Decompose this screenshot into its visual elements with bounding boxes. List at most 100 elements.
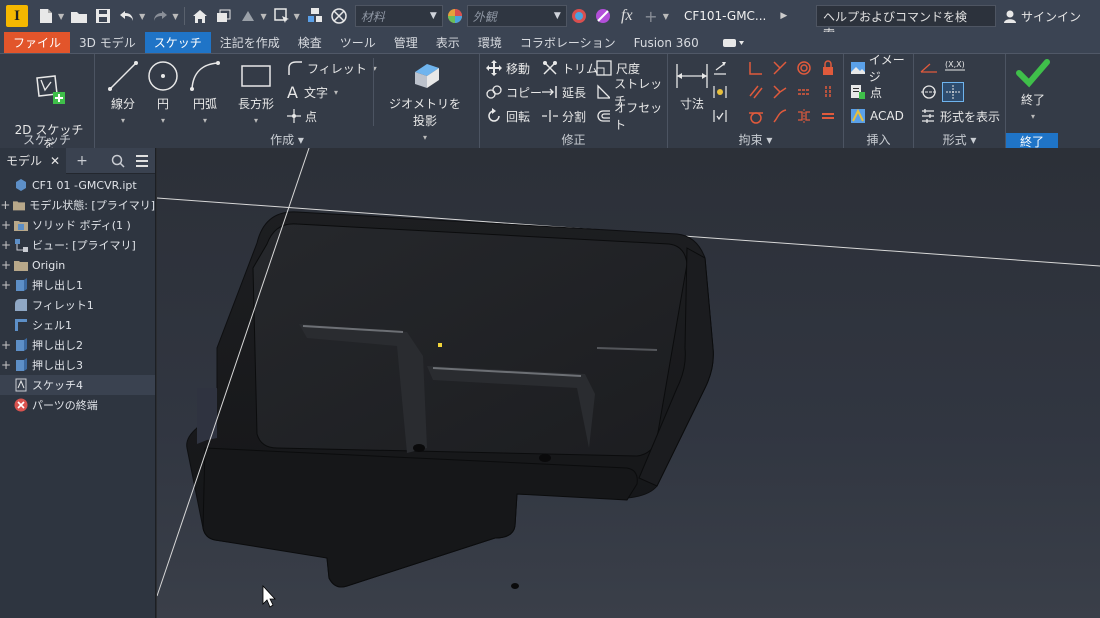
tree-item-sketch4[interactable]: スケッチ4: [0, 375, 155, 395]
perpendicular-icon[interactable]: [772, 84, 788, 100]
ribbon-display-toggle[interactable]: [714, 32, 754, 53]
centerline-icon[interactable]: [920, 84, 938, 100]
fillet-button[interactable]: フィレット ▾: [287, 58, 377, 78]
vertical-icon[interactable]: [820, 84, 836, 100]
projects-icon[interactable]: [213, 5, 235, 27]
sign-in-button[interactable]: サインイン: [1004, 8, 1081, 25]
smooth-icon[interactable]: [772, 108, 788, 124]
finish-sketch-button[interactable]: 終了 ▾: [1010, 58, 1056, 122]
ipart-icon[interactable]: [304, 5, 326, 27]
select-icon[interactable]: [271, 5, 293, 27]
tab-view[interactable]: 表示: [427, 32, 469, 53]
clear-appearance-icon[interactable]: [592, 5, 614, 27]
copy-button[interactable]: コピー: [486, 82, 542, 102]
construction-icon[interactable]: [920, 60, 938, 74]
fix-lock-icon[interactable]: [820, 60, 836, 76]
expand-icon[interactable]: +: [0, 238, 12, 252]
equal-icon[interactable]: [820, 108, 836, 124]
show-constraints-icon[interactable]: [712, 84, 728, 100]
tree-item-solid-bodies[interactable]: + ソリッド ボディ(1 ): [0, 215, 155, 235]
undo-dropdown-icon[interactable]: ▼: [139, 12, 145, 21]
extend-button[interactable]: 延長: [542, 82, 586, 102]
insert-image-button[interactable]: イメージ: [850, 53, 913, 84]
tab-sketch[interactable]: スケッチ: [144, 32, 211, 53]
save-icon[interactable]: [92, 5, 114, 27]
tree-item-extrusion1[interactable]: + 押し出し1: [0, 275, 155, 295]
import-points-button[interactable]: 点: [850, 82, 882, 102]
menu-icon[interactable]: [135, 154, 149, 167]
constraint-settings-icon[interactable]: [712, 108, 728, 124]
tab-file[interactable]: ファイル: [4, 32, 71, 53]
center-point-toggle[interactable]: [942, 82, 964, 102]
collinear-icon[interactable]: [772, 60, 788, 76]
undo-icon[interactable]: [116, 5, 138, 27]
tab-3d-model[interactable]: 3D モデル: [70, 32, 145, 53]
trim-button[interactable]: トリム: [542, 58, 598, 78]
expand-icon[interactable]: +: [0, 218, 12, 232]
home-icon[interactable]: [189, 5, 211, 27]
tree-item-end-of-part[interactable]: パーツの終端: [0, 395, 155, 415]
driven-dimension-icon[interactable]: (X,X): [944, 58, 966, 74]
new-file-icon[interactable]: [35, 5, 57, 27]
color-wheel-icon[interactable]: [444, 5, 466, 27]
tab-collaborate[interactable]: コラボレーション: [511, 32, 625, 53]
update-dropdown-icon[interactable]: ▼: [260, 12, 266, 21]
split-button[interactable]: 分割: [542, 106, 586, 126]
panel-title-constrain[interactable]: 拘束 ▾: [668, 131, 843, 147]
parallel-icon[interactable]: [748, 84, 764, 100]
close-icon[interactable]: ✕: [50, 154, 60, 168]
symmetric-icon[interactable]: [796, 108, 812, 124]
fx-parameters-button[interactable]: fx: [616, 5, 638, 27]
concentric-icon[interactable]: [796, 60, 812, 76]
tab-fusion-360[interactable]: Fusion 360: [625, 32, 708, 53]
adjust-appearance-icon[interactable]: [568, 5, 590, 27]
tree-item-origin[interactable]: + Origin: [0, 255, 155, 275]
auto-dimension-icon[interactable]: [712, 60, 728, 76]
tree-item-extrusion3[interactable]: + 押し出し3: [0, 355, 155, 375]
panel-title-format[interactable]: 形式 ▾: [914, 131, 1005, 147]
tree-item-part[interactable]: CF1 01 -GMCVR.ipt: [0, 175, 155, 195]
circle-button[interactable]: 円 ▾: [145, 60, 181, 126]
plus-icon[interactable]: +: [640, 5, 662, 27]
inventor-logo[interactable]: I: [6, 5, 28, 27]
tangent-icon[interactable]: [748, 108, 764, 124]
add-panel-icon[interactable]: +: [76, 153, 88, 169]
new-dropdown-icon[interactable]: ▼: [58, 12, 64, 21]
graphics-viewport[interactable]: [157, 148, 1100, 618]
tab-annotate[interactable]: 注記を作成: [211, 32, 289, 53]
tab-tools[interactable]: ツール: [331, 32, 385, 53]
rectangle-button[interactable]: 長方形 ▾: [233, 60, 279, 126]
line-button[interactable]: 線分 ▾: [103, 60, 143, 126]
tab-model[interactable]: モデル ✕: [0, 147, 67, 174]
select-dropdown-icon[interactable]: ▼: [294, 12, 300, 21]
chevron-right-icon[interactable]: ▶: [780, 11, 787, 21]
horizontal-icon[interactable]: [796, 84, 812, 100]
offset-button[interactable]: オフセット: [596, 101, 667, 132]
search-icon[interactable]: [111, 154, 125, 168]
expand-icon[interactable]: +: [0, 338, 12, 352]
text-button[interactable]: A 文字 ▾: [287, 82, 338, 102]
material-combo[interactable]: 材料 ▼: [354, 5, 443, 27]
tab-inspect[interactable]: 検査: [289, 32, 331, 53]
expand-icon[interactable]: +: [0, 258, 12, 272]
tree-item-shell1[interactable]: シェル1: [0, 315, 155, 335]
tree-item-fillet1[interactable]: フィレット1: [0, 295, 155, 315]
expand-icon[interactable]: +: [0, 358, 12, 372]
open-folder-icon[interactable]: [68, 5, 90, 27]
redo-icon[interactable]: [149, 5, 171, 27]
coincident-icon[interactable]: [748, 60, 764, 76]
tree-item-extrusion2[interactable]: + 押し出し2: [0, 335, 155, 355]
customize-dropdown-icon[interactable]: ▼: [663, 12, 669, 21]
expand-icon[interactable]: +: [0, 278, 12, 292]
point-button[interactable]: 点: [287, 106, 317, 126]
tab-environments[interactable]: 環境: [469, 32, 511, 53]
rotate-button[interactable]: 回転: [486, 106, 530, 126]
update-icon[interactable]: [237, 5, 259, 27]
tab-manage[interactable]: 管理: [385, 32, 427, 53]
show-format-button[interactable]: 形式を表示: [920, 106, 1000, 126]
move-button[interactable]: 移動: [486, 58, 530, 78]
acad-button[interactable]: ACAD: [850, 106, 904, 126]
dimension-button[interactable]: 寸法: [672, 60, 712, 112]
redo-dropdown-icon[interactable]: ▼: [172, 12, 178, 21]
sketch-point[interactable]: [438, 343, 442, 347]
